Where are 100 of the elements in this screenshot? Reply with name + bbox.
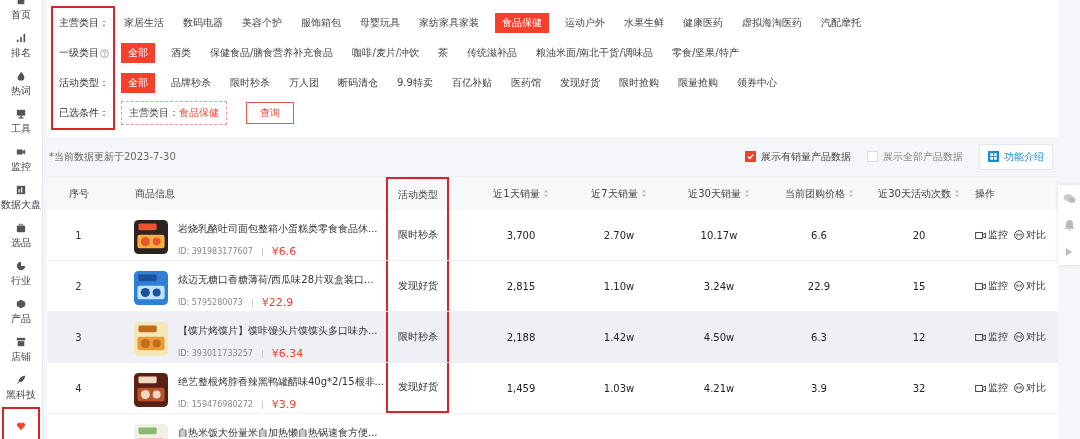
sidebar-item[interactable]: 产品 bbox=[0, 293, 42, 331]
filter-option[interactable]: 虚拟海淘医药 bbox=[739, 13, 805, 33]
query-button[interactable]: 查询 bbox=[246, 102, 294, 124]
sidebar-item[interactable]: 首页 bbox=[0, 0, 42, 27]
table-cell: 2,815 bbox=[506, 280, 536, 292]
filter-label: 一级类目 bbox=[59, 46, 99, 60]
filter-option[interactable]: 酒类 bbox=[168, 43, 194, 63]
monitor-link[interactable]: 监控 bbox=[975, 381, 1008, 395]
table-cell: 6.6 bbox=[811, 229, 827, 241]
table-cell: 3.9 bbox=[811, 382, 827, 394]
sidebar-item[interactable]: 热词 bbox=[0, 65, 42, 103]
filter-option[interactable]: 9.9特卖 bbox=[394, 73, 436, 93]
table-cell: 3.24w bbox=[703, 280, 735, 292]
filter-option[interactable]: 保健食品/膳食营养补充食品 bbox=[207, 43, 337, 63]
table-cell: 4 bbox=[75, 382, 82, 394]
condition-tag: 主营类目：食品保健 bbox=[121, 101, 227, 125]
monitor-link[interactable]: 监控 bbox=[975, 228, 1008, 242]
filter-option[interactable]: 数码电器 bbox=[180, 13, 226, 33]
filter-option[interactable]: 领券中心 bbox=[733, 73, 780, 93]
filter-option[interactable]: 全部 bbox=[121, 73, 155, 93]
compare-link[interactable]: 对比 bbox=[1014, 330, 1046, 344]
filter-option[interactable]: 茶 bbox=[435, 43, 452, 63]
table-cell: 1.10w bbox=[603, 280, 635, 292]
product-title[interactable]: 【馍片烤馍片】馍咔馒头片馍馍头多口味办... bbox=[178, 324, 378, 338]
product-price: ¥22.9 bbox=[261, 296, 294, 309]
filter-option[interactable]: 万人团 bbox=[286, 73, 322, 93]
sidebar-item[interactable]: 行业 bbox=[0, 255, 42, 293]
product-id: ID: 391983177607 bbox=[178, 247, 253, 256]
checkbox[interactable]: 展示有销量产品数据 bbox=[745, 149, 851, 164]
filter-option[interactable]: 发现好货 bbox=[556, 73, 603, 93]
activity-type: 限时秒杀 bbox=[397, 330, 438, 344]
sidebar-item[interactable]: 数据大盘 bbox=[0, 179, 42, 217]
table-cell: 32 bbox=[912, 382, 926, 394]
column-header: 序号 bbox=[67, 186, 90, 201]
filter-option[interactable]: 运动户外 bbox=[562, 13, 608, 33]
filter-option[interactable]: 咖啡/麦片/冲饮 bbox=[349, 43, 423, 63]
product-title[interactable]: 绝艺整根烤脖香辣黑鸭罐醋味40g*2/15根非... bbox=[178, 375, 385, 389]
filter-label: 活动类型： bbox=[59, 76, 109, 90]
column-header: 商品信息 bbox=[134, 186, 176, 201]
table-cell: 3 bbox=[75, 331, 82, 343]
filter-option[interactable]: 家居生活 bbox=[121, 13, 167, 33]
monitor-link[interactable]: 监控 bbox=[975, 330, 1008, 344]
table-cell: 6.3 bbox=[811, 331, 827, 343]
product-title[interactable]: 自热米饭大份量米自加热懒自热锅速食方便... bbox=[178, 426, 378, 439]
activity-type: 限时秒杀 bbox=[397, 228, 438, 242]
filter-option[interactable]: 品牌秒杀 bbox=[168, 73, 214, 93]
sidebar-item[interactable]: 店铺 bbox=[0, 331, 42, 369]
table-cell: 2 bbox=[75, 280, 82, 292]
intro-button[interactable]: 功能介绍 bbox=[979, 143, 1053, 170]
filter-option[interactable]: 限量抢购 bbox=[674, 73, 721, 93]
filter-option[interactable]: 服饰箱包 bbox=[298, 13, 344, 33]
monitor-link[interactable]: 监控 bbox=[975, 279, 1008, 293]
sidebar-item[interactable]: 排名 bbox=[0, 27, 42, 65]
filter-option[interactable]: 限时秒杀 bbox=[227, 73, 273, 93]
filter-option[interactable]: 汽配摩托 bbox=[818, 13, 864, 33]
table-cell: 4.21w bbox=[703, 382, 735, 394]
checkbox[interactable]: 展示全部产品数据 bbox=[867, 149, 963, 164]
table-row[interactable]: 3 【馍片烤馍片】馍咔馒头片馍馍头多口味办... ID: 393011733257 ¥6.34 限时秒杀 2,188 1.42w 4.50w 6.3 12 监控 对比 bbox=[47, 312, 1058, 363]
filter-label: 主营类目： bbox=[59, 16, 109, 30]
table-row[interactable]: 1 岩烧乳酪吐司面包整箱小蛋糕类零食食品休... ID: 391983177607 ¥6.6 限时秒杀 3,700 2.70w 10.17w 6.6 20 监控 对比 bbox=[47, 210, 1058, 261]
filter-option[interactable]: 食品保健 bbox=[495, 13, 549, 33]
product-id: ID: 159476980272 bbox=[178, 400, 253, 409]
table-row[interactable]: 4 绝艺整根烤脖香辣黑鸭罐醋味40g*2/15根非... ID: 159476980272 ¥3.9 发现好货 1,459 1.03w 4.21w 3.9 32 监控 对比 bbox=[47, 363, 1058, 414]
filter-option[interactable]: 美容个护 bbox=[239, 13, 285, 33]
sidebar-item[interactable]: 监控 bbox=[0, 141, 42, 179]
filter-option[interactable]: 水果生鲜 bbox=[621, 13, 667, 33]
product-id: ID: 5795280073 bbox=[178, 298, 243, 307]
sidebar-item[interactable]: 黑科技 bbox=[0, 369, 42, 407]
filter-option[interactable]: 医药馆 bbox=[507, 73, 544, 93]
product-title[interactable]: 岩烧乳酪吐司面包整箱小蛋糕类零食食品休... bbox=[178, 222, 378, 236]
compare-link[interactable]: 对比 bbox=[1014, 228, 1046, 242]
column-header: 近1天销量 bbox=[449, 177, 569, 210]
column-header: 近30天活动次数 bbox=[869, 177, 969, 210]
table-cell: 1.03w bbox=[603, 382, 635, 394]
filter-option[interactable]: 百亿补贴 bbox=[448, 73, 495, 93]
activity-type: 发现好货 bbox=[397, 279, 438, 293]
table-row[interactable]: 2 炫迈无糖口香糖薄荷/西瓜味28片双盒装口... ID: 5795280073 ¥22.9 发现好货 2,815 1.10w 3.24w 22.9 15 监控 对比 bbox=[47, 261, 1058, 312]
table-cell: 12 bbox=[912, 331, 926, 343]
sidebar-item[interactable]: 选品 bbox=[0, 217, 42, 255]
filter-option[interactable]: 全部 bbox=[121, 43, 155, 63]
filter-option[interactable]: 母婴玩具 bbox=[357, 13, 403, 33]
table-row[interactable]: 自热米饭大份量米自加热懒自热锅速食方便... bbox=[47, 414, 1058, 439]
product-price: ¥6.6 bbox=[271, 245, 297, 258]
table-cell: 2,188 bbox=[506, 331, 536, 343]
sidebar-item[interactable]: 工具 bbox=[0, 103, 42, 141]
filter-option[interactable]: 限时抢购 bbox=[615, 73, 662, 93]
column-header: 近30天销量 bbox=[669, 177, 769, 210]
filter-option[interactable]: 零食/坚果/特产 bbox=[668, 43, 742, 63]
filter-option[interactable]: 传统滋补品 bbox=[464, 43, 521, 63]
table-cell: 22.9 bbox=[807, 280, 831, 292]
filter-option[interactable]: 断码清仓 bbox=[335, 73, 381, 93]
filter-option[interactable]: 家纺家具家装 bbox=[416, 13, 482, 33]
filter-option[interactable]: 健康医药 bbox=[680, 13, 726, 33]
product-price: ¥3.9 bbox=[271, 398, 297, 411]
compare-link[interactable]: 对比 bbox=[1014, 381, 1046, 395]
filter-option[interactable]: 粮油米面/南北干货/调味品 bbox=[533, 43, 656, 63]
product-title[interactable]: 炫迈无糖口香糖薄荷/西瓜味28片双盒装口... bbox=[178, 273, 374, 287]
compare-link[interactable]: 对比 bbox=[1014, 279, 1046, 293]
table-cell: 2.70w bbox=[603, 229, 635, 241]
column-header: 当前团购价格 bbox=[769, 177, 869, 210]
